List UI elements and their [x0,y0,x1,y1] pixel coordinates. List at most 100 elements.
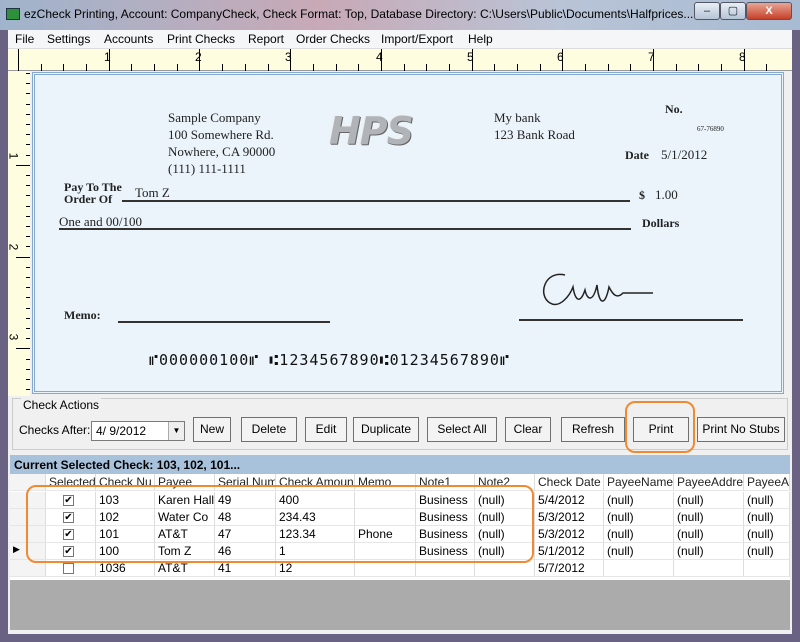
delete-button[interactable]: Delete [241,417,297,442]
ruler-tick [26,368,30,370]
table-cell[interactable]: (null) [744,492,790,509]
table-cell[interactable]: (null) [604,492,674,509]
menu-order-checks[interactable]: Order Checks [296,32,370,46]
ruler-tick [312,64,314,71]
table-cell[interactable]: (null) [604,526,674,543]
new-button[interactable]: New [193,417,231,442]
ruler-tick [448,64,450,71]
ruler-tick [86,64,88,71]
table-cell[interactable]: (null) [674,526,744,543]
main-window: File Settings Accounts Print Checks Repo… [6,30,792,634]
current-row-icon: ▶ [13,544,20,554]
ruler-tick [26,124,30,125]
checks-after-date-picker[interactable]: 4/ 9/2012 ▼ [91,421,185,441]
table-cell[interactable]: (null) [604,509,674,526]
ruler-tick [267,64,269,71]
table-cell[interactable]: (null) [744,526,790,543]
minimize-button[interactable]: ‒ [694,2,720,20]
ruler-tick [26,358,30,360]
table-cell[interactable] [674,560,744,577]
bank-street: 123 Bank Road [494,127,575,142]
table-cell[interactable]: (null) [674,543,744,560]
ruler-tick [26,328,30,329]
ruler-tick [335,64,337,71]
table-cell[interactable] [604,560,674,577]
bank-name: My bank [494,110,541,125]
table-cell[interactable]: (null) [674,509,744,526]
ruler-tick [26,113,30,115]
edit-button[interactable]: Edit [305,417,347,442]
duplicate-button[interactable]: Duplicate [353,417,419,442]
ruler-tick [766,64,768,71]
ruler-tick [721,64,722,71]
ruler-label: 5 [467,50,474,64]
selected-rows-highlight-annotation [26,485,534,563]
ruler-tick [516,64,518,71]
ruler-tick [26,389,30,391]
ruler-tick [539,64,541,71]
ruler-tick [26,287,30,289]
ruler-tick [26,266,30,268]
column-header[interactable]: PayeeAc [744,474,790,491]
signature-line [519,319,743,321]
memo-line [118,321,330,323]
ruler-tick [244,64,246,71]
menu-print-checks[interactable]: Print Checks [167,32,235,46]
ruler-tick [426,64,428,71]
ruler-tick [494,64,496,71]
signature [543,273,653,306]
ruler-tick [26,236,30,238]
amount-words-line [59,228,631,230]
dropdown-arrow-icon[interactable]: ▼ [168,422,184,440]
ruler-tick [26,73,30,74]
table-cell[interactable]: (null) [744,543,790,560]
maximize-button[interactable]: ▢ [720,2,746,20]
close-button[interactable]: X [746,2,792,20]
print-no-stubs-button[interactable]: Print No Stubs [697,417,785,442]
memo-label: Memo: [64,308,101,322]
app-icon [6,8,20,20]
ruler-tick [380,49,382,71]
table-cell[interactable]: 5/4/2012 [535,492,604,509]
ruler-tick [199,49,201,71]
company-street: 100 Somewhere Rd. [168,127,274,142]
menu-report[interactable]: Report [248,32,284,46]
select-all-button[interactable]: Select All [427,417,497,442]
menu-accounts[interactable]: Accounts [104,32,153,46]
column-header[interactable]: PayeeAddre [674,474,744,491]
ruler-tick [26,134,30,136]
menu-import-export[interactable]: Import/Export [381,32,453,46]
ruler-tick [358,64,360,71]
checks-after-label: Checks After: [19,423,91,437]
title-bar: ezCheck Printing, Account: CompanyCheck,… [0,0,800,30]
ruler-tick [26,154,30,156]
check-actions-label: Check Actions [21,398,102,412]
horizontal-ruler: 1 2 3 4 5 6 7 8 [8,49,792,71]
dollars-label: Dollars [642,216,680,230]
table-cell[interactable]: 5/3/2012 [535,509,604,526]
date-label: Date [625,148,649,162]
ruler-tick [26,297,30,299]
ruler-tick [16,348,30,350]
menu-settings[interactable]: Settings [47,32,90,46]
ruler-tick [630,64,632,71]
selected-checkbox[interactable] [63,563,74,574]
menu-help[interactable]: Help [468,32,493,46]
refresh-button[interactable]: Refresh [561,417,625,442]
table-cell[interactable]: 5/7/2012 [535,560,604,577]
menu-file[interactable]: File [15,32,34,46]
table-cell[interactable]: (null) [604,543,674,560]
ruler-tick [26,205,30,207]
company-name: Sample Company [168,110,261,125]
ruler-tick [26,195,30,197]
table-cell[interactable]: (null) [674,492,744,509]
column-header[interactable]: PayeeName [604,474,674,491]
clear-button[interactable]: Clear [505,417,551,442]
table-cell[interactable] [744,560,790,577]
ruler-tick [16,164,30,166]
table-cell[interactable]: 5/1/2012 [535,543,604,560]
table-cell[interactable]: 5/3/2012 [535,526,604,543]
column-header[interactable]: Check Date [535,474,604,491]
table-cell[interactable]: (null) [744,509,790,526]
ruler-tick [40,64,42,71]
